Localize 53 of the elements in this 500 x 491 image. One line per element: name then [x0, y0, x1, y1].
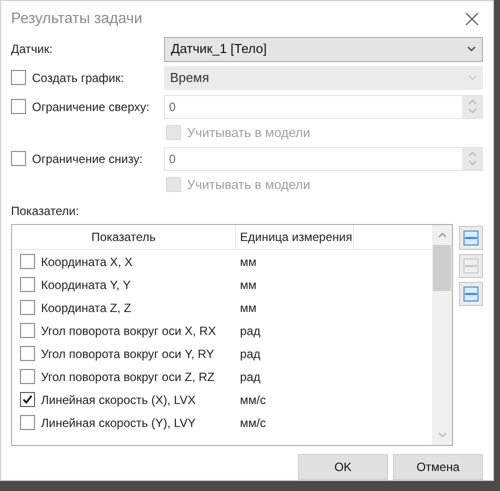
table-cell-text: рад: [239, 346, 260, 362]
ok-button[interactable]: OK: [298, 454, 388, 480]
chevron-down-icon: [467, 46, 476, 52]
close-icon[interactable]: [465, 12, 479, 26]
table-cell-text: рад: [239, 322, 260, 340]
checkbox[interactable]: [20, 369, 35, 384]
checkbox[interactable]: [20, 323, 35, 338]
column-header[interactable]: Показатель: [12, 225, 236, 249]
sensor-dropdown[interactable]: Датчик_1 [Тело]: [164, 36, 483, 62]
scrollbar-thumb[interactable]: [433, 245, 451, 291]
table-cell-text: мм: [239, 254, 256, 270]
account-in-model-label: Учитывать в модели: [187, 176, 310, 194]
table-cell-text: Координата Z, Z: [41, 300, 132, 316]
row-action-button[interactable]: [459, 282, 483, 306]
indicators-label: Показатели:: [11, 203, 80, 220]
checkbox[interactable]: [20, 254, 35, 269]
window-title: Результаты задачи: [11, 8, 142, 29]
chevron-up-icon: [468, 99, 476, 105]
chevron-down-icon: [468, 160, 476, 166]
create-chart-label: Создать график:: [32, 70, 124, 86]
cancel-button[interactable]: Отмена: [393, 454, 483, 480]
checkbox[interactable]: [20, 346, 35, 361]
table-cell-text: Координата Y, Y: [41, 276, 131, 294]
row-action-button[interactable]: [459, 226, 483, 250]
chevron-down-icon: [468, 108, 476, 114]
rows-icon: [463, 230, 479, 246]
table-cell-text: Координата X, X: [41, 254, 133, 270]
table-cell-text: Линейная скорость (X), LVX: [41, 392, 196, 408]
chevron-up-icon: [438, 232, 446, 238]
chevron-up-icon: [468, 151, 476, 157]
table-cell-text: мм: [239, 276, 256, 294]
table-cell-text: Угол поворота вокруг оси Z, RZ: [41, 368, 215, 386]
account-in-model-label: Учитывать в модели: [187, 124, 310, 142]
checkbox[interactable]: [20, 392, 35, 407]
table-cell-text: Угол поворота вокруг оси Y, RY: [41, 346, 214, 362]
scrollbar[interactable]: [432, 225, 452, 445]
checkbox[interactable]: [20, 277, 35, 292]
column-header[interactable]: Единица измерения: [236, 225, 354, 249]
checkbox[interactable]: [20, 415, 35, 430]
chevron-down-icon: [468, 74, 477, 80]
chevron-down-icon: [438, 432, 446, 438]
table-cell-text: Угол поворота вокруг оси X, RX: [41, 322, 216, 340]
rows-icon: [463, 258, 479, 274]
table-cell-text: мм: [239, 300, 256, 316]
sensor-label: Датчик:: [11, 41, 54, 58]
table-cell-text: мм/с: [239, 392, 266, 408]
rows-icon: [463, 286, 479, 302]
limit-label: Ограничение сверху:: [32, 98, 150, 116]
table-cell-text: Линейная скорость (Y), LVY: [41, 414, 196, 432]
table-cell-text: рад: [239, 368, 260, 386]
checkbox[interactable]: [20, 300, 35, 315]
limit-label: Ограничение снизу:: [32, 150, 143, 168]
table-cell-text: мм/с: [239, 414, 266, 432]
